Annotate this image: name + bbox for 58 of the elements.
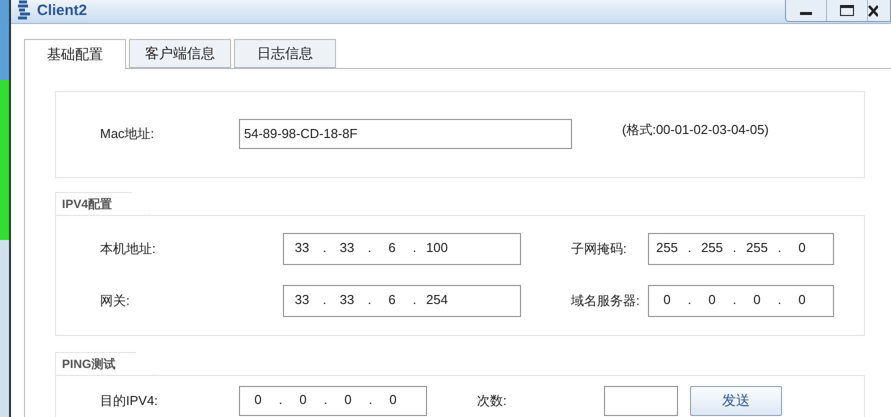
ip-separator: . [732,239,738,257]
ip-octet: 0 [797,291,807,309]
group-title: IPV4配置 [62,196,112,212]
format-hint: (格式:00-01-02-03-04-05) [622,121,769,140]
ip-separator: . [776,239,782,257]
ip-field[interactable]: 255 . 255 . 255 . 0 [648,233,834,265]
ip-separator: . [732,291,738,309]
field-label: 本机地址: [100,240,157,258]
ip-separator: . [686,239,692,257]
ip-separator: . [412,239,418,257]
ip-separator: . [686,291,692,309]
ip-separator: . [322,390,328,408]
ip-octet: 255 [655,239,679,257]
ip-octet: 0 [797,239,807,257]
group-title: PING测试 [62,356,116,372]
ip-octet: 0 [253,390,263,408]
ip-octet: 0 [388,390,398,408]
send-button[interactable]: 发送 [690,386,782,416]
ip-octet: 0 [662,291,672,309]
ip-octet: 33 [294,239,310,257]
field-label: 子网掩码: [571,240,628,258]
field-label: 网关: [100,292,131,310]
ip-octet: 0 [752,291,762,309]
ip-separator: . [322,239,328,257]
ip-separator: . [366,239,372,257]
field-label: 次数: [477,392,508,408]
ip-field[interactable]: 0 . 0 . 0 . 0 [239,386,427,416]
mac-field[interactable]: 54-89-98-CD-18-8F [239,119,572,149]
ip-octet: 255 [745,239,769,257]
window-title: Client2 [37,1,88,21]
field-label: 域名服务器: [571,292,641,310]
ip-octet: 33 [338,291,356,309]
ip-separator: . [366,291,372,309]
ip-octet: 254 [425,291,449,309]
tab[interactable]: 基础配置 [24,38,126,68]
tab[interactable]: 客户端信息 [129,38,231,68]
ip-field[interactable]: 33 . 33 . 6 . 100 [283,233,521,265]
ip-field[interactable]: 33 . 33 . 6 . 254 [283,285,521,317]
close-icon [868,4,878,16]
ip-separator: . [322,291,328,309]
ip-octet: 100 [425,239,449,257]
ip-octet: 0 [707,291,717,309]
ip-octet: 255 [700,239,724,257]
ip-field[interactable]: 0 . 0 . 0 . 0 [648,285,834,317]
ip-separator: . [278,390,284,408]
ip-octet: 0 [343,390,353,408]
ip-octet: 6 [387,239,397,257]
tab[interactable]: 日志信息 [234,38,336,68]
field-label: 目的IPV4: [100,392,159,408]
ip-separator: . [412,291,418,309]
ip-octet: 0 [298,390,308,408]
field-label: Mac地址: [100,125,156,144]
ip-separator: . [368,390,374,408]
ip-octet: 6 [387,291,397,309]
ip-separator: . [776,291,782,309]
ip-octet: 33 [294,291,310,309]
count-field[interactable] [604,386,678,416]
ip-octet: 33 [338,239,356,257]
